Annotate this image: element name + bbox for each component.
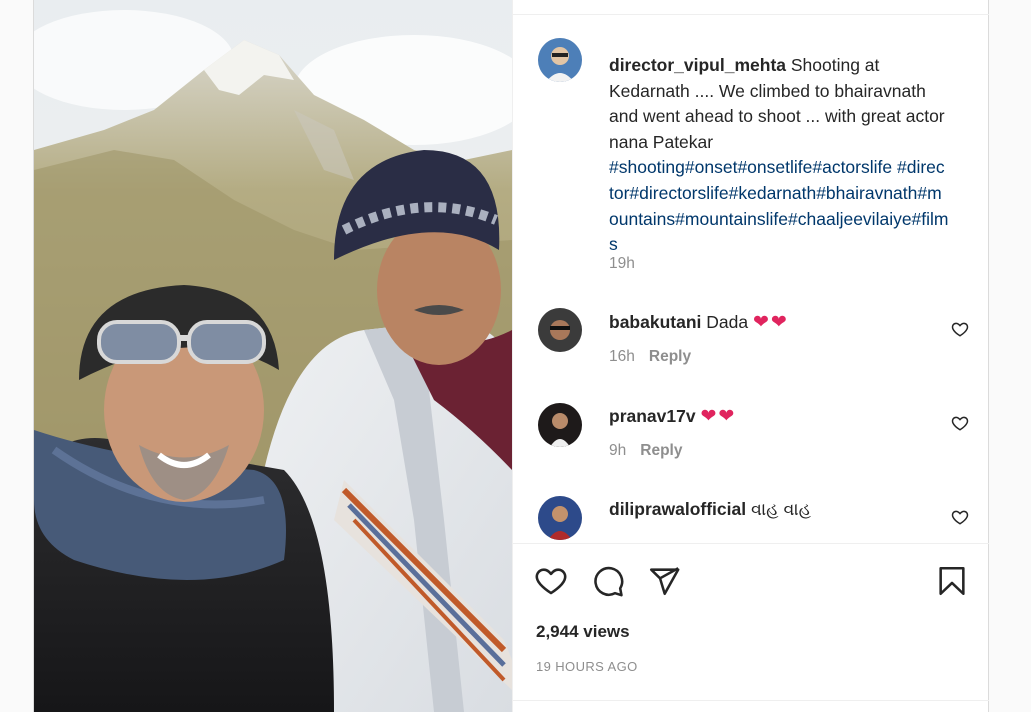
comments-scroll[interactable]: director_vipul_mehta Shooting at Kedarna… [513,15,989,543]
comment-icon[interactable] [591,564,625,598]
caption-hashtags[interactable]: #shooting#onset#onsetlife#actorslife #di… [609,157,949,254]
actions-divider [513,543,989,544]
view-count[interactable]: 2,944 views [536,622,630,642]
bottom-divider [513,700,989,701]
comment-row: diliprawalofficial વાહ વાહ [609,499,811,520]
comment-like-icon[interactable] [951,320,969,338]
commenter-avatar-image [538,403,582,447]
post-timestamp[interactable]: 19 HOURS AGO [536,659,638,674]
heart-icon[interactable] [534,564,568,598]
comment-emoji: ❤❤ [700,406,737,427]
photo-illustration [34,0,512,712]
commenter-avatar[interactable] [538,496,582,540]
author-avatar[interactable] [538,38,582,82]
commenter-avatar-image [538,308,582,352]
caption-username[interactable]: director_vipul_mehta [609,55,786,75]
comment-meta: 9h Reply [609,442,682,460]
bookmark-icon[interactable] [935,564,969,598]
comment-like-icon[interactable] [951,414,969,432]
comment-username[interactable]: babakutani [609,312,701,332]
post-side-panel: director_vipul_mehta Shooting at Kedarna… [512,0,989,712]
comment-username[interactable]: diliprawalofficial [609,499,746,519]
caption-timestamp[interactable]: 19h [609,255,635,273]
comment-emoji: ❤❤ [752,312,789,333]
comment-text: Dada [706,312,753,332]
author-avatar-image [538,38,582,82]
share-icon[interactable] [647,564,681,598]
comment-timestamp[interactable]: 9h [609,442,626,459]
comment-row: babakutani Dada ❤❤ [609,311,789,334]
commenter-avatar-image [538,496,582,540]
post-photo[interactable] [34,0,512,712]
reply-button[interactable]: Reply [640,442,682,459]
comment-text: વાહ વાહ [746,499,812,519]
reply-button[interactable]: Reply [649,348,691,365]
comment-like-icon[interactable] [951,508,969,526]
post-caption: director_vipul_mehta Shooting at Kedarna… [609,53,949,258]
comment-timestamp[interactable]: 16h [609,348,635,365]
comment-row: pranav17v ❤❤ [609,405,736,428]
post-container: director_vipul_mehta Shooting at Kedarna… [33,0,989,712]
comment-meta: 16h Reply [609,348,691,366]
commenter-avatar[interactable] [538,403,582,447]
commenter-avatar[interactable] [538,308,582,352]
comment-username[interactable]: pranav17v [609,406,696,426]
